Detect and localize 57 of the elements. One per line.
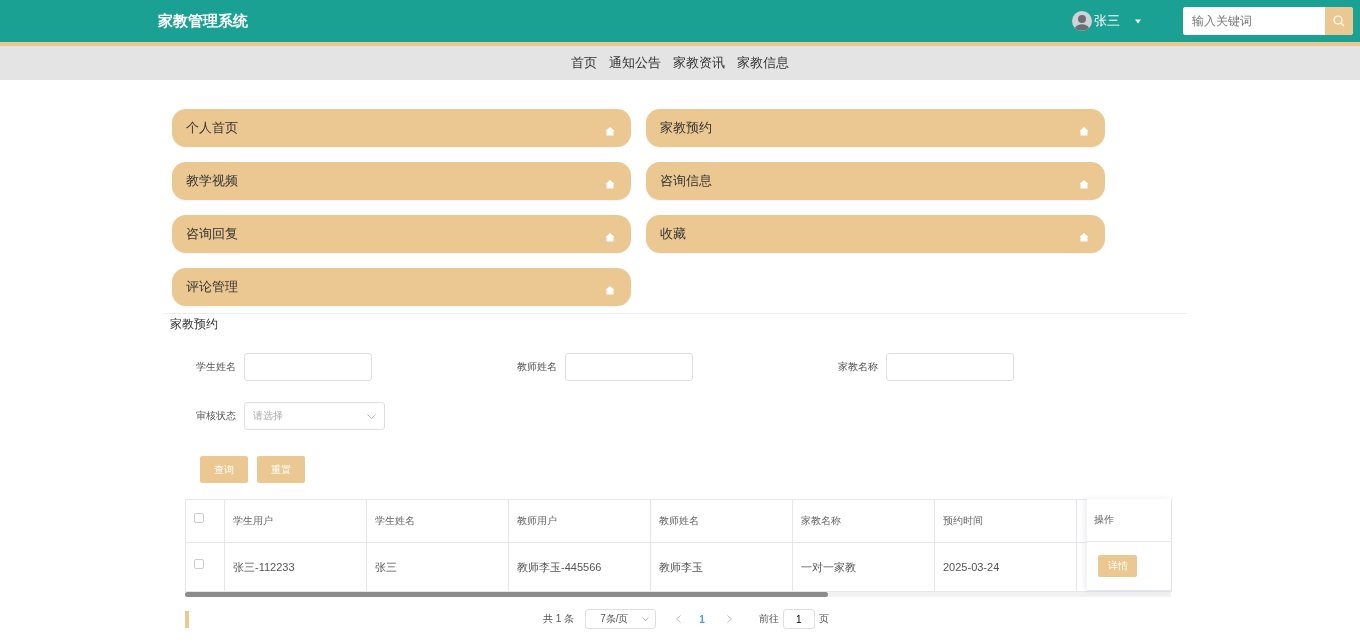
house-icon [605,232,615,242]
table-cell: 2025-03-24 [934,542,1077,592]
caret-icon[interactable] [1134,18,1142,24]
field-label: 学生姓名 [195,360,236,374]
chevron-icon [367,413,376,419]
search-field[interactable]: 输入关键词 [1183,7,1353,35]
column-header: 教师用户 [508,499,651,543]
menu-item[interactable]: 咨询信息 [646,162,1105,200]
field-label: 审核状态 [195,409,236,423]
checkbox[interactable] [194,513,204,523]
goto-label: 前往 [758,612,779,626]
nav-link[interactable]: 家教资讯 [673,54,725,72]
table-cell: 张三 [366,542,509,592]
house-icon [605,179,615,189]
input-field[interactable] [886,353,1014,381]
house-icon [1079,232,1089,242]
table-cell: 张三-112233 [224,542,367,592]
search-icon [1333,15,1345,27]
house-icon [605,126,615,136]
menu-item[interactable]: 教学视频 [172,162,631,200]
menu-item[interactable]: 个人首页 [172,109,631,147]
page-input[interactable]: 1 [782,609,815,629]
section-title: 家教预约 [170,316,219,333]
page-size-select[interactable]: 7条/页 [585,609,657,629]
column-header: 学生姓名 [366,499,509,543]
menu-item[interactable]: 评论管理 [172,268,631,306]
avatar-icon[interactable] [1072,11,1092,31]
table-cell: 一对一家教 [792,542,935,592]
column-header: 操作 [1087,499,1171,542]
column-header: 家教名称 [792,499,935,543]
column-header: 预约时间 [934,499,1077,543]
column-header: 教师姓名 [650,499,793,543]
menu-item[interactable]: 家教预约 [646,109,1105,147]
app-title: 家教管理系统 [158,11,249,31]
column-header: 学生用户 [224,499,367,543]
input-field[interactable] [565,353,693,381]
field-label: 教师姓名 [516,360,557,374]
table-cell: 教师李玉 [650,542,793,592]
nav-link[interactable]: 首页 [571,54,597,72]
previous-icon[interactable] [676,615,682,623]
total-count: 共 1 条 [543,612,575,626]
chevron-icon [642,617,650,621]
menu-item[interactable]: 收藏 [646,215,1105,253]
checkbox[interactable] [194,559,204,569]
nav-link[interactable]: 通知公告 [609,54,661,72]
next-icon[interactable] [726,615,732,623]
input-field[interactable] [244,353,372,381]
menu-item[interactable]: 咨询回复 [172,215,631,253]
scrollbar-thumb[interactable] [185,592,828,597]
table-cell: 教师李玉-445566 [508,542,651,592]
nav-link[interactable]: 家教信息 [737,54,789,72]
page-suffix: 页 [818,612,829,626]
house-icon [1079,126,1089,136]
search-button[interactable] [1325,7,1353,35]
field-label: 家教名称 [837,360,878,374]
house-icon [1079,179,1089,189]
house-icon [605,285,615,295]
